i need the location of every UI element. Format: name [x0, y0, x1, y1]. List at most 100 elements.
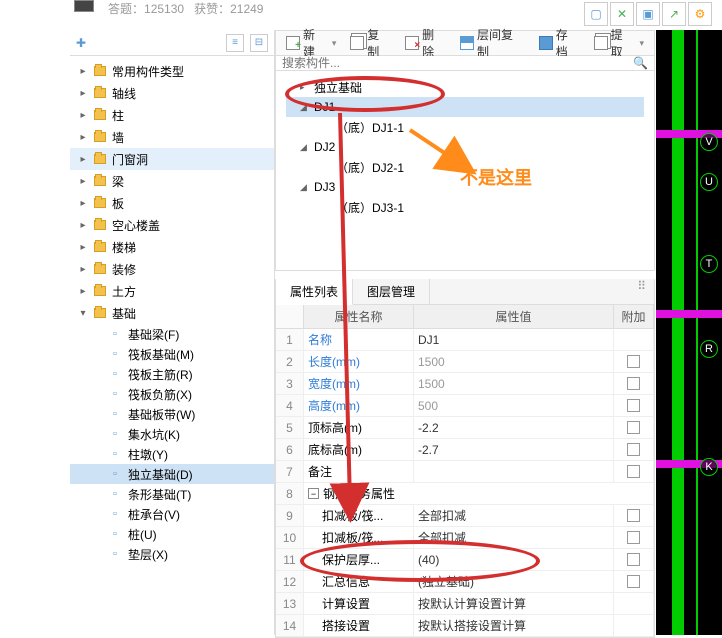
property-row[interactable]: 5顶标高(m)-2.2 — [276, 417, 654, 439]
list-view-icon[interactable]: ≡ — [226, 34, 244, 52]
add-icon[interactable]: ✚ — [76, 36, 86, 50]
pile-icon: ▫ — [108, 527, 122, 541]
tree-item[interactable]: ▸空心楼盖 — [70, 214, 274, 236]
checkbox[interactable] — [627, 443, 640, 456]
tree-item[interactable]: ▾基础 — [70, 302, 274, 324]
grid-icon: ▫ — [108, 347, 122, 361]
tab-layers[interactable]: 图层管理 — [353, 279, 430, 304]
top-icon-share[interactable]: ↗ — [662, 2, 686, 26]
checkbox[interactable] — [627, 509, 640, 522]
viewport-strip: V U T R K — [656, 30, 722, 635]
component-tree-item[interactable]: （底）DJ1-1 — [286, 117, 644, 137]
col-icon: ▫ — [108, 447, 122, 461]
property-row[interactable]: 10扣减板/筏...全部扣减 — [276, 527, 654, 549]
component-tree-item[interactable]: ◢DJ2 — [286, 137, 644, 157]
strip-icon: ▫ — [108, 487, 122, 501]
folder-icon — [94, 308, 106, 318]
search-input[interactable] — [282, 56, 633, 70]
tree-item[interactable]: ▸梁 — [70, 170, 274, 192]
rebar-icon: ▫ — [108, 367, 122, 381]
property-row[interactable]: 7备注 — [276, 461, 654, 483]
checkbox[interactable] — [627, 465, 640, 478]
sub-item[interactable]: ▫基础梁(F) — [70, 324, 274, 344]
property-row[interactable]: 12汇总信息(独立基础) — [276, 571, 654, 593]
sub-item[interactable]: ▫筏板基础(M) — [70, 344, 274, 364]
property-row[interactable]: 14搭接设置按默认搭接设置计算 — [276, 615, 654, 637]
property-row[interactable]: 3宽度(mm)1500 — [276, 373, 654, 395]
pit-icon: ▫ — [108, 427, 122, 441]
tree-item[interactable]: ▸土方 — [70, 280, 274, 302]
sub-item[interactable]: ▫桩承台(V) — [70, 504, 274, 524]
marker-t[interactable]: T — [700, 255, 718, 273]
property-row[interactable]: 1名称DJ1 — [276, 329, 654, 351]
folder-icon — [94, 286, 106, 296]
folder-icon — [94, 132, 106, 142]
top-icon-1[interactable]: ▢ — [584, 2, 608, 26]
checkbox[interactable] — [627, 377, 640, 390]
tree-item[interactable]: ▸柱 — [70, 104, 274, 126]
header-add: 附加 — [614, 305, 654, 328]
property-row[interactable]: 13计算设置按默认计算设置计算 — [276, 593, 654, 615]
marker-u[interactable]: U — [700, 173, 718, 191]
avatar — [74, 0, 94, 12]
checkbox[interactable] — [627, 399, 640, 412]
sub-item[interactable]: ▫柱墩(Y) — [70, 444, 274, 464]
marker-k[interactable]: K — [700, 458, 718, 476]
component-tree-item[interactable]: ◢DJ1 — [286, 97, 644, 117]
top-icon-save[interactable]: ▣ — [636, 2, 660, 26]
folder-icon — [94, 154, 106, 164]
search-icon[interactable]: 🔍 — [633, 56, 648, 70]
sub-item[interactable]: ▫集水坑(K) — [70, 424, 274, 444]
tree-item[interactable]: ▸楼梯 — [70, 236, 274, 258]
checkbox[interactable] — [627, 531, 640, 544]
component-tree-item[interactable]: （底）DJ2-1 — [286, 157, 644, 177]
tab-properties[interactable]: 属性列表 — [276, 279, 353, 305]
tree-view-icon[interactable]: ⊟ — [250, 34, 268, 52]
checkbox[interactable] — [627, 553, 640, 566]
tree-item[interactable]: ▸常用构件类型 — [70, 60, 274, 82]
checkbox[interactable] — [627, 355, 640, 368]
line-icon: ▫ — [108, 327, 122, 341]
folder-icon — [94, 242, 106, 252]
folder-icon — [94, 88, 106, 98]
property-row[interactable]: 9扣减板/筏...全部扣减 — [276, 505, 654, 527]
sub-item[interactable]: ▫独立基础(D) — [70, 464, 274, 484]
layer-icon: ▫ — [108, 547, 122, 561]
marker-r[interactable]: R — [700, 340, 718, 358]
component-tree-item[interactable]: （底）DJ3-1 — [286, 197, 644, 217]
property-row[interactable]: 4高度(mm)500 — [276, 395, 654, 417]
sub-item[interactable]: ▫垫层(X) — [70, 544, 274, 564]
folder-icon — [94, 176, 106, 186]
folder-icon — [94, 198, 106, 208]
folder-icon — [94, 110, 106, 120]
sub-item[interactable]: ▫桩(U) — [70, 524, 274, 544]
sub-item[interactable]: ▫条形基础(T) — [70, 484, 274, 504]
folder-icon — [94, 264, 106, 274]
header-name: 属性名称 — [304, 305, 414, 328]
tree-item[interactable]: ▸轴线 — [70, 82, 274, 104]
property-row[interactable]: 8−钢筋业务属性 — [276, 483, 654, 505]
top-icon-settings[interactable]: ⚙ — [688, 2, 712, 26]
grip-icon[interactable]: ⠿ — [629, 279, 654, 304]
sub-item[interactable]: ▫筏板主筋(R) — [70, 364, 274, 384]
iso-icon: ▫ — [108, 467, 122, 481]
tree-item[interactable]: ▸板 — [70, 192, 274, 214]
top-icon-expand[interactable]: ✕ — [610, 2, 634, 26]
component-tree-item[interactable]: ◢DJ3 — [286, 177, 644, 197]
property-row[interactable]: 2长度(mm)1500 — [276, 351, 654, 373]
folder-icon — [94, 66, 106, 76]
checkbox[interactable] — [627, 421, 640, 434]
sub-item[interactable]: ▫基础板带(W) — [70, 404, 274, 424]
header-value: 属性值 — [414, 305, 614, 328]
folder-icon — [94, 220, 106, 230]
tree-item[interactable]: ▸墙 — [70, 126, 274, 148]
component-tree-item[interactable]: ▸独立基础 — [286, 77, 644, 97]
marker-v[interactable]: V — [700, 133, 718, 151]
tree-item[interactable]: ▸装修 — [70, 258, 274, 280]
tree-item[interactable]: ▸门窗洞 — [70, 148, 274, 170]
cap-icon: ▫ — [108, 507, 122, 521]
property-row[interactable]: 11保护层厚...(40) — [276, 549, 654, 571]
sub-item[interactable]: ▫筏板负筋(X) — [70, 384, 274, 404]
property-row[interactable]: 6底标高(m)-2.7 — [276, 439, 654, 461]
checkbox[interactable] — [627, 575, 640, 588]
